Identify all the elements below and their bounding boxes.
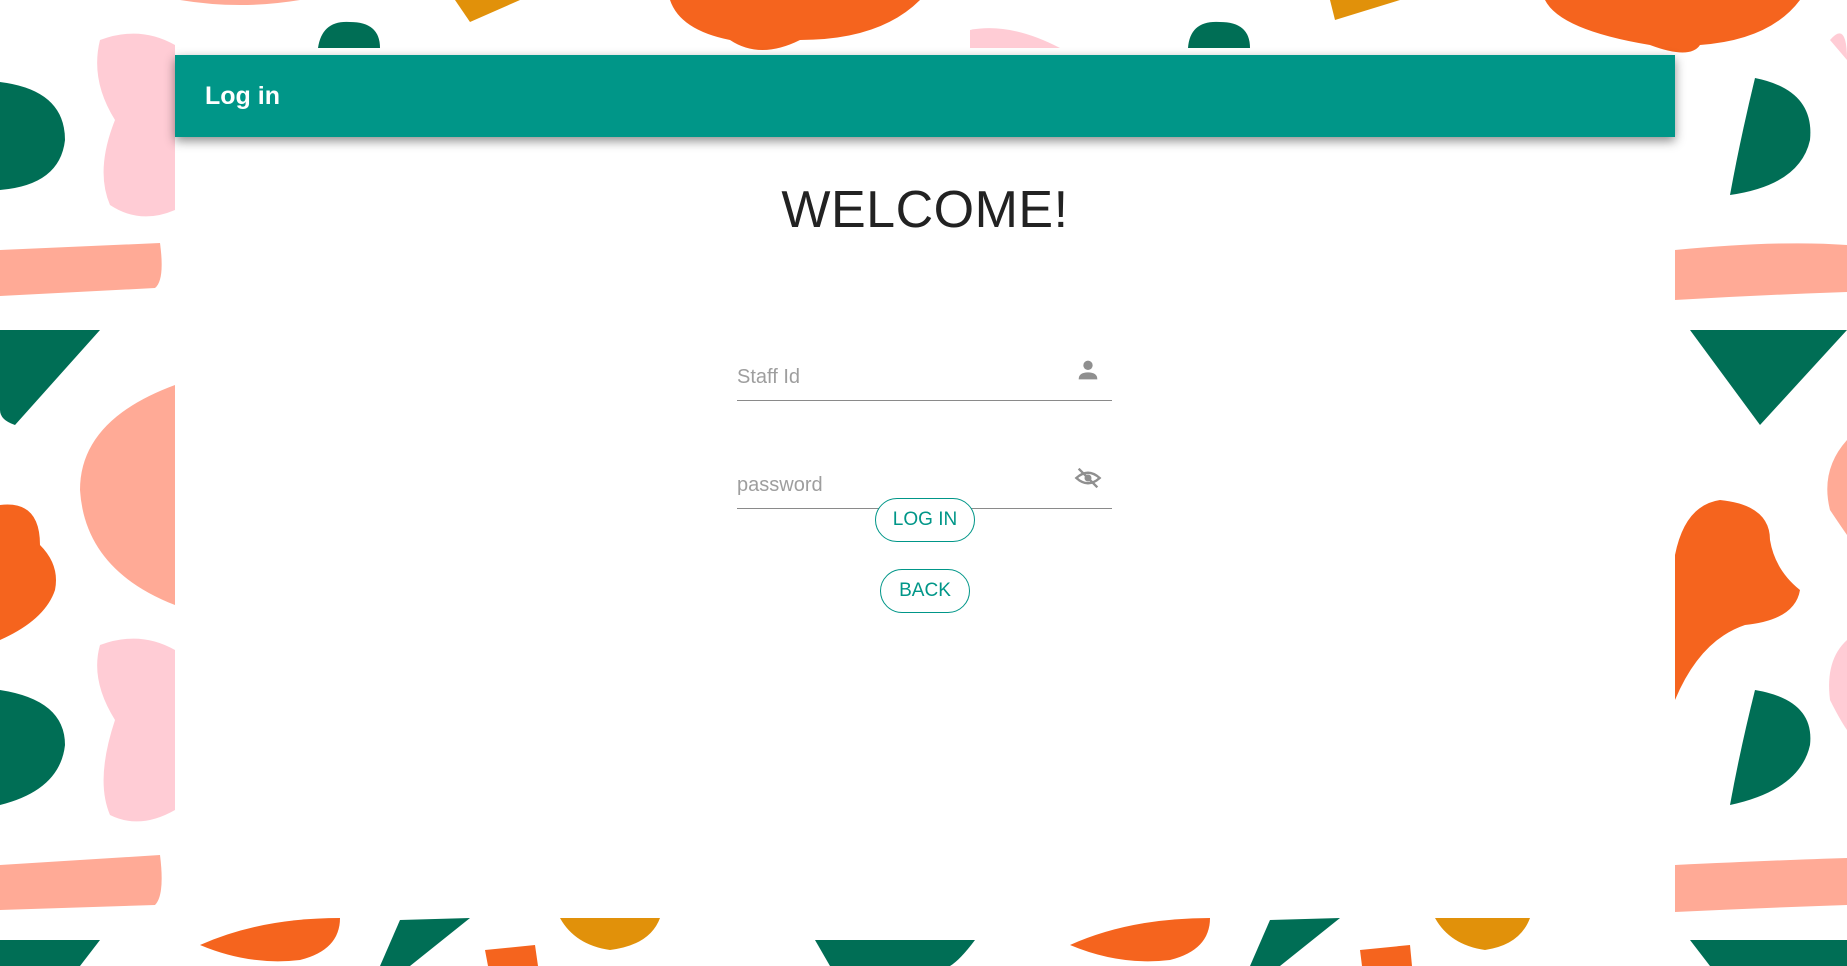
login-button[interactable]: LOG IN [875, 498, 975, 542]
person-icon [1078, 360, 1098, 380]
login-panel: Log in WELCOME! LOG IN BACK [175, 55, 1675, 917]
staff-id-input[interactable] [737, 362, 1057, 392]
password-input[interactable] [737, 470, 1057, 500]
back-button[interactable]: BACK [880, 569, 970, 613]
app-bar: Log in [175, 55, 1675, 137]
app-bar-title: Log in [205, 81, 280, 110]
eye-off-icon[interactable] [1074, 464, 1102, 492]
staff-id-field[interactable] [737, 340, 1112, 401]
welcome-heading: WELCOME! [781, 181, 1069, 239]
